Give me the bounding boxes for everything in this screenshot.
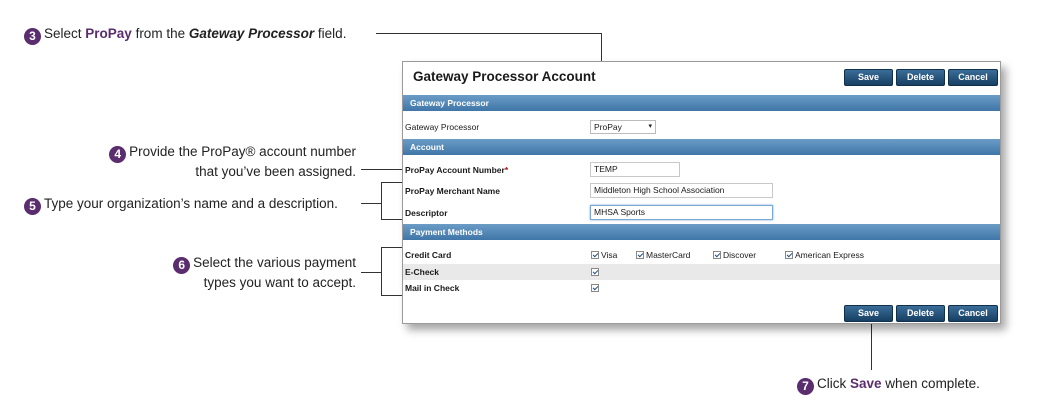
account-number-label: ProPay Account Number* [405,165,509,175]
credit-card-label: Credit Card [405,250,452,260]
checkbox-checked-icon [591,268,599,276]
checkbox-checked-icon [591,284,599,292]
leader-line [376,33,602,34]
save-button-bottom[interactable]: Save [844,305,893,322]
delete-button-bottom[interactable]: Delete [896,305,945,322]
merchant-name-row: ProPay Merchant Name Middleton High Scho… [403,181,1000,201]
section-payment-methods: Payment Methods [403,224,1000,240]
step-5-annotation: 5 Type your organization’s name and a des… [24,195,338,215]
step-number-badge: 3 [24,28,41,45]
leader-line [361,272,381,273]
cancel-button-bottom[interactable]: Cancel [948,305,998,322]
echeck-label: E-Check [405,267,440,277]
panel-title: Gateway Processor Account [413,69,596,84]
step-4-annotation: 4 Provide the ProPay® account number that… [80,143,356,180]
merchant-name-label: ProPay Merchant Name [405,186,500,196]
bottom-button-row: Save Delete Cancel [844,305,998,322]
checkbox-checked-icon [591,251,599,259]
mail-in-check-label: Mail in Check [405,283,460,293]
step-number-badge: 5 [24,198,41,215]
descriptor-input[interactable]: MHSA Sports [590,205,773,220]
discover-checkbox[interactable]: Discover [713,250,756,260]
mail-in-check-checkbox[interactable] [591,283,601,293]
mail-in-check-row: Mail in Check [403,280,1000,296]
gateway-processor-label: Gateway Processor [405,122,480,132]
step-number-badge: 6 [173,257,191,274]
american-express-checkbox[interactable]: American Express [785,250,864,260]
step-number-badge: 4 [109,146,127,163]
section-gateway-processor: Gateway Processor [403,95,1000,111]
leader-bracket [381,182,382,220]
section-account: Account [403,139,1000,155]
gateway-processor-row: Gateway Processor ProPay ▾ [403,118,1000,136]
step-number-badge: 7 [797,378,814,395]
account-number-input[interactable]: TEMP [590,162,680,177]
step-6-annotation: 6 Select the various payment types you wa… [100,254,356,291]
echeck-checkbox[interactable] [591,267,601,277]
gateway-processor-select[interactable]: ProPay ▾ [590,120,656,134]
checkbox-checked-icon [785,251,793,259]
save-button[interactable]: Save [844,69,893,86]
cancel-button[interactable]: Cancel [948,69,998,86]
step-7-annotation: 7 Click Save when complete. [797,375,980,395]
echeck-row: E-Check [403,264,1000,280]
chevron-down-icon: ▾ [648,123,652,130]
account-number-row: ProPay Account Number* TEMP [403,160,1000,180]
top-button-row: Save Delete Cancel [844,69,998,86]
visa-checkbox[interactable]: Visa [591,250,617,260]
delete-button[interactable]: Delete [896,69,945,86]
descriptor-label: Descriptor [405,208,448,218]
descriptor-row: Descriptor MHSA Sports [403,203,1000,223]
checkbox-checked-icon [713,251,721,259]
checkbox-checked-icon [636,251,644,259]
credit-card-row: Credit Card Visa MasterCard Discover Ame… [403,246,1000,264]
gateway-processor-account-panel: Gateway Processor Account Save Delete Ca… [402,61,1001,324]
merchant-name-input[interactable]: Middleton High School Association [590,183,773,198]
leader-bracket [381,247,382,296]
leader-line [871,322,872,370]
mastercard-checkbox[interactable]: MasterCard [636,250,690,260]
leader-line [361,203,381,204]
step-3-annotation: 3 Select ProPay from the Gateway Processo… [24,25,346,45]
